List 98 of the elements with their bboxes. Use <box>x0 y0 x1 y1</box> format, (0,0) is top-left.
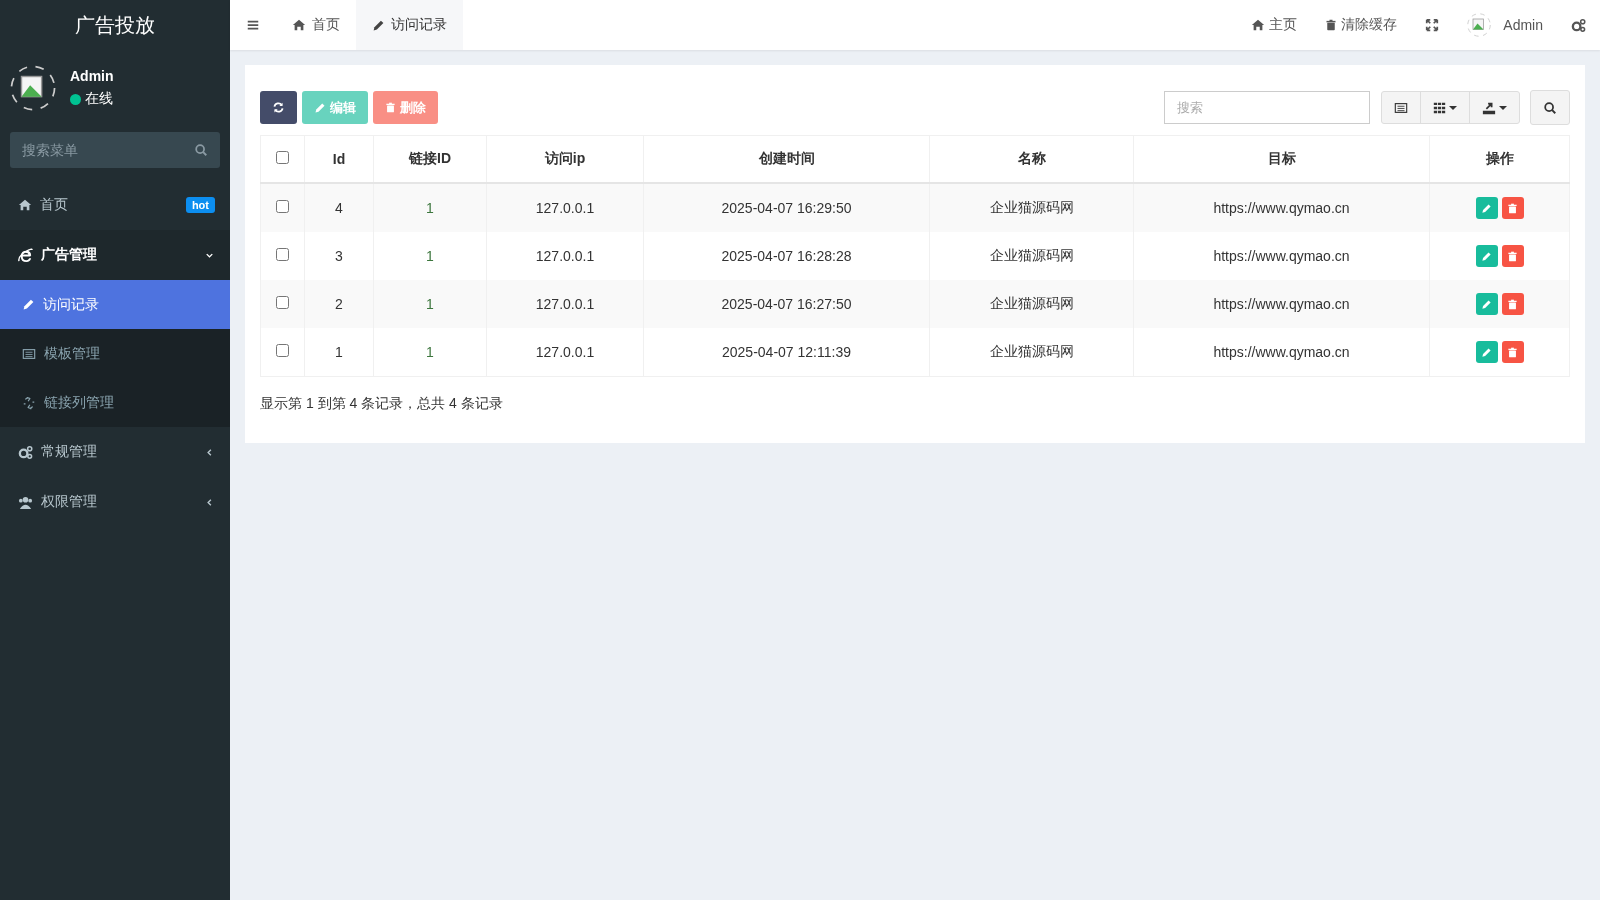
users-icon <box>18 494 33 510</box>
row-checkbox[interactable] <box>276 248 289 261</box>
delete-button[interactable] <box>1501 197 1524 219</box>
column-header: Id <box>332 151 346 167</box>
home-icon <box>1251 18 1266 32</box>
submenu-item[interactable]: 链接列管理 <box>0 378 230 427</box>
table-cell: 2 <box>335 296 343 312</box>
menu-item[interactable]: 广告管理 <box>0 230 230 280</box>
row-checkbox[interactable] <box>276 200 289 213</box>
table-cell: 2025-04-07 12:11:39 <box>722 344 851 360</box>
table-cell: 4 <box>335 200 343 216</box>
submenu-item[interactable]: 访问记录 <box>0 280 230 329</box>
tab[interactable]: 访问记录 <box>356 0 463 50</box>
submenu-item[interactable]: 模板管理 <box>0 329 230 378</box>
column-header: 名称 <box>1017 150 1046 168</box>
delete-button[interactable] <box>1501 341 1524 363</box>
pencil-icon <box>372 18 385 32</box>
app-title: 广告投放 <box>75 12 155 38</box>
edit-button[interactable] <box>1475 293 1498 315</box>
table-cell: 1 <box>426 248 434 264</box>
pencil-icon <box>314 101 326 114</box>
top-link[interactable]: 清除缓存 <box>1311 0 1412 50</box>
list-icon <box>1394 100 1408 115</box>
select-all-checkbox[interactable] <box>276 151 289 164</box>
table-cell: 127.0.0.1 <box>535 200 595 216</box>
user-name[interactable]: Admin <box>1503 17 1543 33</box>
table-cell: 127.0.0.1 <box>535 344 595 360</box>
gears-icon <box>1571 17 1586 33</box>
gears-icon <box>18 444 33 460</box>
refresh-icon <box>272 101 285 114</box>
column-header: 创建时间 <box>758 150 815 168</box>
home-icon <box>18 198 32 212</box>
caret-icon <box>1449 105 1457 110</box>
column-header: 目标 <box>1267 150 1296 168</box>
trash-icon <box>1325 19 1338 31</box>
broken-image-icon <box>1467 13 1492 37</box>
pencil-icon <box>1481 250 1492 262</box>
pencil-icon <box>1481 298 1492 310</box>
column-header: 访问ip <box>544 150 586 168</box>
user-name: Admin <box>70 68 114 84</box>
pagination-info: 显示第 1 到第 4 条记录，总共 4 条记录 <box>260 395 503 411</box>
menu-search-field[interactable]: 搜索菜单 <box>10 132 220 168</box>
edit-button[interactable] <box>1475 341 1498 363</box>
table-cell: 1 <box>335 344 343 360</box>
column-header: 操作 <box>1485 150 1514 168</box>
pencil-icon <box>1481 346 1492 358</box>
home-icon <box>292 18 306 32</box>
table-cell: 3 <box>335 248 343 264</box>
table-cell: 企业猫源码网 <box>989 247 1074 265</box>
trash-icon <box>1507 346 1518 358</box>
broken-image-icon <box>10 65 56 111</box>
search-icon <box>194 143 208 157</box>
menu-item[interactable]: 权限管理 <box>0 477 230 527</box>
trash-icon <box>1507 250 1518 262</box>
trash-icon <box>385 102 396 113</box>
menu-item[interactable]: 首页 hot <box>0 180 230 230</box>
table-cell: 1 <box>426 200 434 216</box>
table-cell: https://www.qymao.cn <box>1213 344 1350 360</box>
hot-badge: hot <box>185 197 215 213</box>
trash-icon <box>1507 298 1518 310</box>
refresh-button[interactable] <box>260 91 297 124</box>
search-icon <box>1543 100 1557 115</box>
table-cell: 企业猫源码网 <box>989 199 1074 217</box>
edit-button[interactable] <box>1475 245 1498 267</box>
row-checkbox[interactable] <box>276 344 289 357</box>
grid-icon <box>1433 101 1446 114</box>
table-cell: https://www.qymao.cn <box>1213 248 1350 264</box>
table-cell: 企业猫源码网 <box>989 295 1074 313</box>
edit-button[interactable] <box>1475 197 1498 219</box>
table-cell: 企业猫源码网 <box>989 343 1074 361</box>
e-logo-icon <box>18 247 33 263</box>
pencil-icon <box>1481 202 1492 214</box>
table-cell: https://www.qymao.cn <box>1213 200 1350 216</box>
trash-icon <box>1507 202 1518 214</box>
tab[interactable]: 首页 <box>276 0 356 50</box>
caret-icon <box>1499 105 1507 110</box>
table-cell: 1 <box>426 296 434 312</box>
export-icon <box>1482 100 1496 115</box>
row-checkbox[interactable] <box>276 296 289 309</box>
fullscreen-icon <box>1425 18 1440 32</box>
table-cell: 2025-04-07 16:28:28 <box>721 248 852 264</box>
table-cell: 1 <box>426 344 434 360</box>
table-cell: 2025-04-07 16:29:50 <box>721 200 852 216</box>
table-cell: 2025-04-07 16:27:50 <box>721 296 852 312</box>
menu-item[interactable]: 常规管理 <box>0 427 230 477</box>
table-cell: 127.0.0.1 <box>535 296 595 312</box>
delete-button[interactable] <box>1501 245 1524 267</box>
top-link[interactable]: 主页 <box>1237 0 1312 50</box>
user-status: 在线 <box>85 90 113 108</box>
table-cell: https://www.qymao.cn <box>1213 296 1350 312</box>
list-icon <box>22 346 36 361</box>
pencil-icon <box>22 298 35 311</box>
search-button[interactable] <box>1530 90 1570 125</box>
table-cell: 127.0.0.1 <box>535 248 595 264</box>
column-header: 链接ID <box>409 150 451 168</box>
search-field[interactable]: 搜索 <box>1164 91 1370 124</box>
menu-icon <box>246 18 260 32</box>
delete-button[interactable] <box>1501 293 1524 315</box>
